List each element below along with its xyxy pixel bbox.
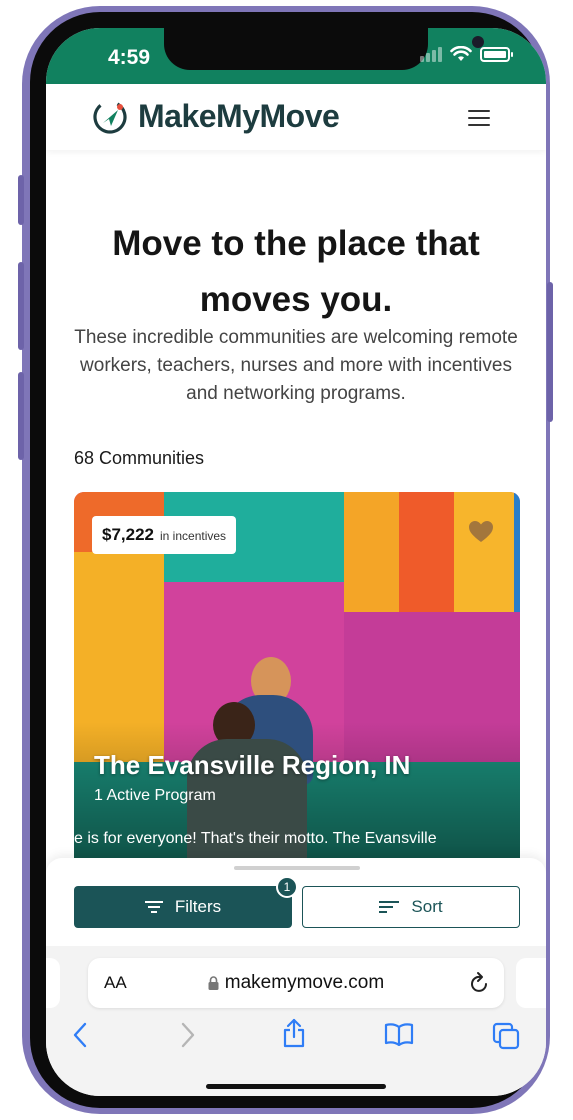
bookmarks-icon[interactable] (384, 1022, 414, 1046)
lock-icon (208, 976, 219, 990)
filter-icon (144, 901, 163, 913)
back-icon[interactable] (72, 1022, 88, 1048)
incentive-label: in incentives (160, 529, 227, 543)
compass-logo-icon (93, 99, 127, 134)
previous-tab-peek[interactable] (46, 958, 60, 1008)
community-count: 68 Communities (74, 448, 205, 468)
sort-icon (379, 901, 400, 913)
status-icons (420, 46, 513, 62)
browser-chrome: AA makemymove.com (46, 946, 546, 1096)
screen: 4:59 MakeMyMove Move to the place that m… (46, 28, 546, 1096)
phone-volume-up (18, 262, 24, 350)
phone-power-button (547, 282, 553, 422)
hamburger-menu-icon[interactable] (468, 110, 490, 126)
logo-text: MakeMyMove (138, 98, 340, 134)
site-header: MakeMyMove (46, 84, 546, 150)
card-description: e is for everyone! That's their motto. T… (74, 830, 437, 847)
signal-icon (420, 46, 442, 62)
browser-toolbar (46, 1018, 546, 1058)
filters-label: Filters (174, 897, 222, 916)
incentive-amount: $7,222 (102, 525, 154, 544)
phone-volume-down (18, 372, 24, 460)
next-tab-peek[interactable] (516, 958, 546, 1008)
incentive-badge: $7,222 in incentives (92, 516, 237, 554)
notch (164, 28, 484, 70)
filter-sort-sheet: Filters 1 Sort (46, 858, 546, 948)
favorite-heart-icon[interactable] (468, 520, 494, 544)
card-title: The Evansville Region, IN (94, 750, 411, 780)
status-bar: 4:59 (46, 28, 546, 84)
battery-icon (480, 46, 513, 62)
filters-button[interactable]: Filters 1 (74, 876, 298, 928)
filters-count-badge: 1 (276, 876, 298, 898)
reload-icon[interactable] (470, 971, 490, 993)
site-logo[interactable]: MakeMyMove (92, 98, 340, 135)
hero-title: Move to the place that moves you. (112, 224, 480, 319)
address-bar[interactable]: AA makemymove.com (88, 958, 504, 1008)
card-programs: 1 Active Program (94, 787, 216, 804)
community-card[interactable]: $7,222 in incentives The Evansville Regi… (74, 492, 520, 872)
tabs-icon[interactable] (492, 1022, 520, 1050)
hero-subtitle: These incredible communities are welcomi… (74, 327, 518, 404)
url-text: makemymove.com (224, 972, 385, 993)
sort-button[interactable]: Sort (302, 886, 520, 928)
url-display: makemymove.com (88, 972, 504, 994)
forward-icon[interactable] (180, 1022, 196, 1048)
phone-mute-switch (18, 175, 24, 225)
sort-label: Sort (411, 897, 443, 916)
share-icon[interactable] (282, 1018, 306, 1048)
wifi-icon (450, 46, 472, 61)
home-indicator[interactable] (206, 1084, 386, 1089)
status-time: 4:59 (108, 46, 151, 69)
sheet-handle[interactable] (234, 866, 360, 870)
